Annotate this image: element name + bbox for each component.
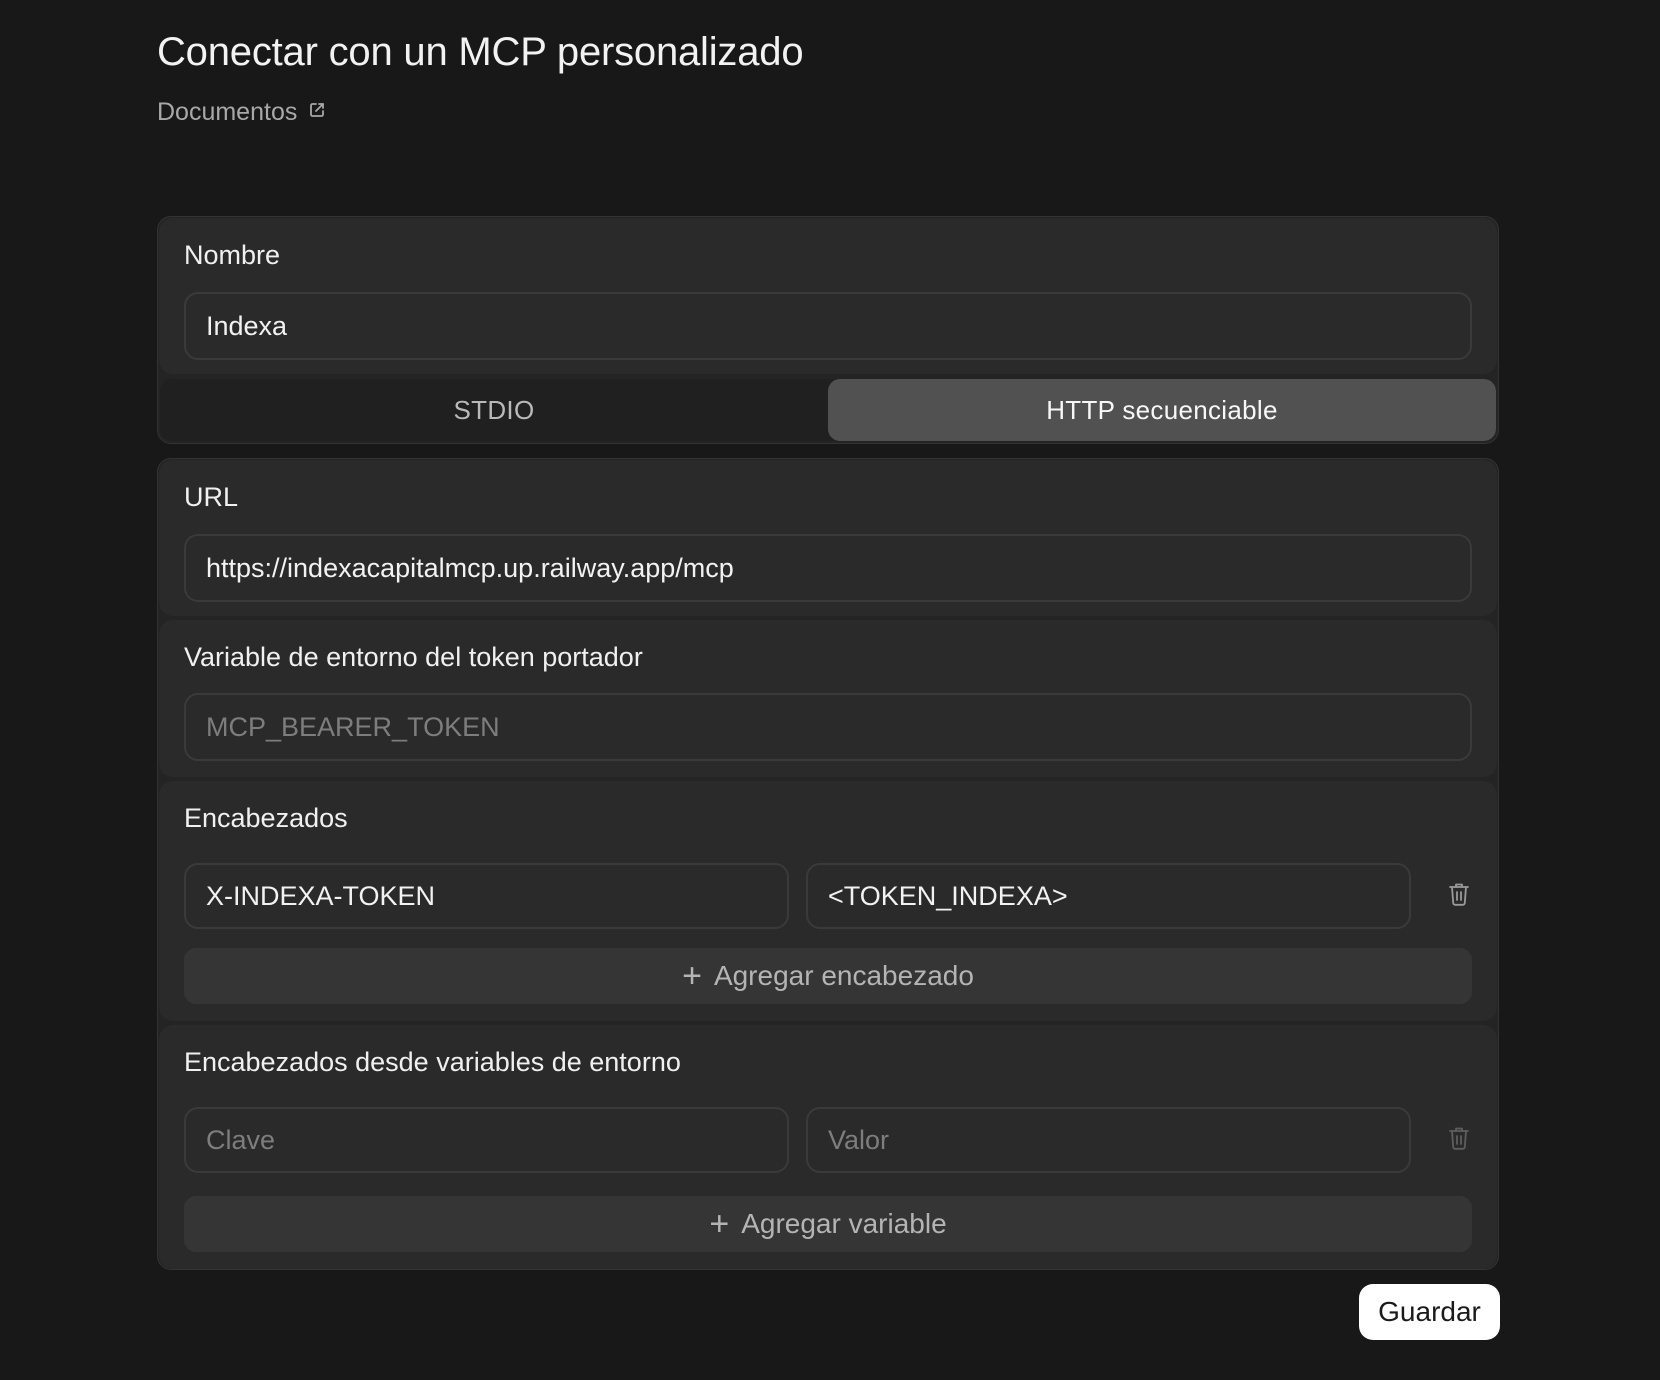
header-value-input[interactable]: [806, 863, 1411, 929]
url-input[interactable]: [184, 534, 1472, 602]
docs-link[interactable]: Documentos: [157, 98, 327, 127]
name-transport-card: Nombre STDIO HTTP secuenciable: [157, 216, 1499, 444]
headers-section: Encabezados + Agregar encabezado: [159, 781, 1497, 1021]
trash-icon: [1447, 881, 1471, 912]
transport-option-http[interactable]: HTTP secuenciable: [828, 379, 1496, 441]
transport-toggle: STDIO HTTP secuenciable: [160, 379, 1496, 441]
delete-header-button[interactable]: [1439, 876, 1479, 916]
bearer-token-input[interactable]: [184, 693, 1472, 761]
external-link-icon: [307, 98, 327, 127]
page-title: Conectar con un MCP personalizado: [157, 30, 804, 74]
headers-label: Encabezados: [184, 803, 348, 833]
env-headers-label: Encabezados desde variables de entorno: [184, 1047, 681, 1077]
bearer-section: Variable de entorno del token portador: [159, 620, 1497, 777]
docs-link-label: Documentos: [157, 98, 298, 126]
name-input[interactable]: [184, 292, 1472, 360]
save-button[interactable]: Guardar: [1359, 1284, 1500, 1340]
add-header-label: Agregar encabezado: [713, 960, 974, 991]
http-config-card: URL Variable de entorno del token portad…: [157, 458, 1499, 1270]
plus-icon: +: [682, 957, 702, 995]
url-section: URL: [159, 460, 1497, 616]
env-value-input[interactable]: [806, 1107, 1411, 1173]
header-key-input[interactable]: [184, 863, 789, 929]
add-header-button[interactable]: + Agregar encabezado: [184, 948, 1472, 1004]
mcp-config-page: Conectar con un MCP personalizado Docume…: [0, 0, 1660, 1380]
env-headers-section: Encabezados desde variables de entorno +…: [159, 1025, 1497, 1269]
env-key-input[interactable]: [184, 1107, 789, 1173]
bearer-label: Variable de entorno del token portador: [184, 642, 643, 672]
add-variable-label: Agregar variable: [741, 1208, 947, 1239]
transport-option-stdio[interactable]: STDIO: [160, 379, 828, 441]
url-label: URL: [184, 482, 239, 512]
trash-icon: [1447, 1125, 1471, 1156]
name-section: Nombre: [159, 218, 1497, 374]
add-variable-button[interactable]: + Agregar variable: [184, 1196, 1472, 1252]
plus-icon: +: [709, 1205, 730, 1243]
delete-env-variable-button[interactable]: [1439, 1120, 1479, 1160]
name-label: Nombre: [184, 240, 281, 270]
